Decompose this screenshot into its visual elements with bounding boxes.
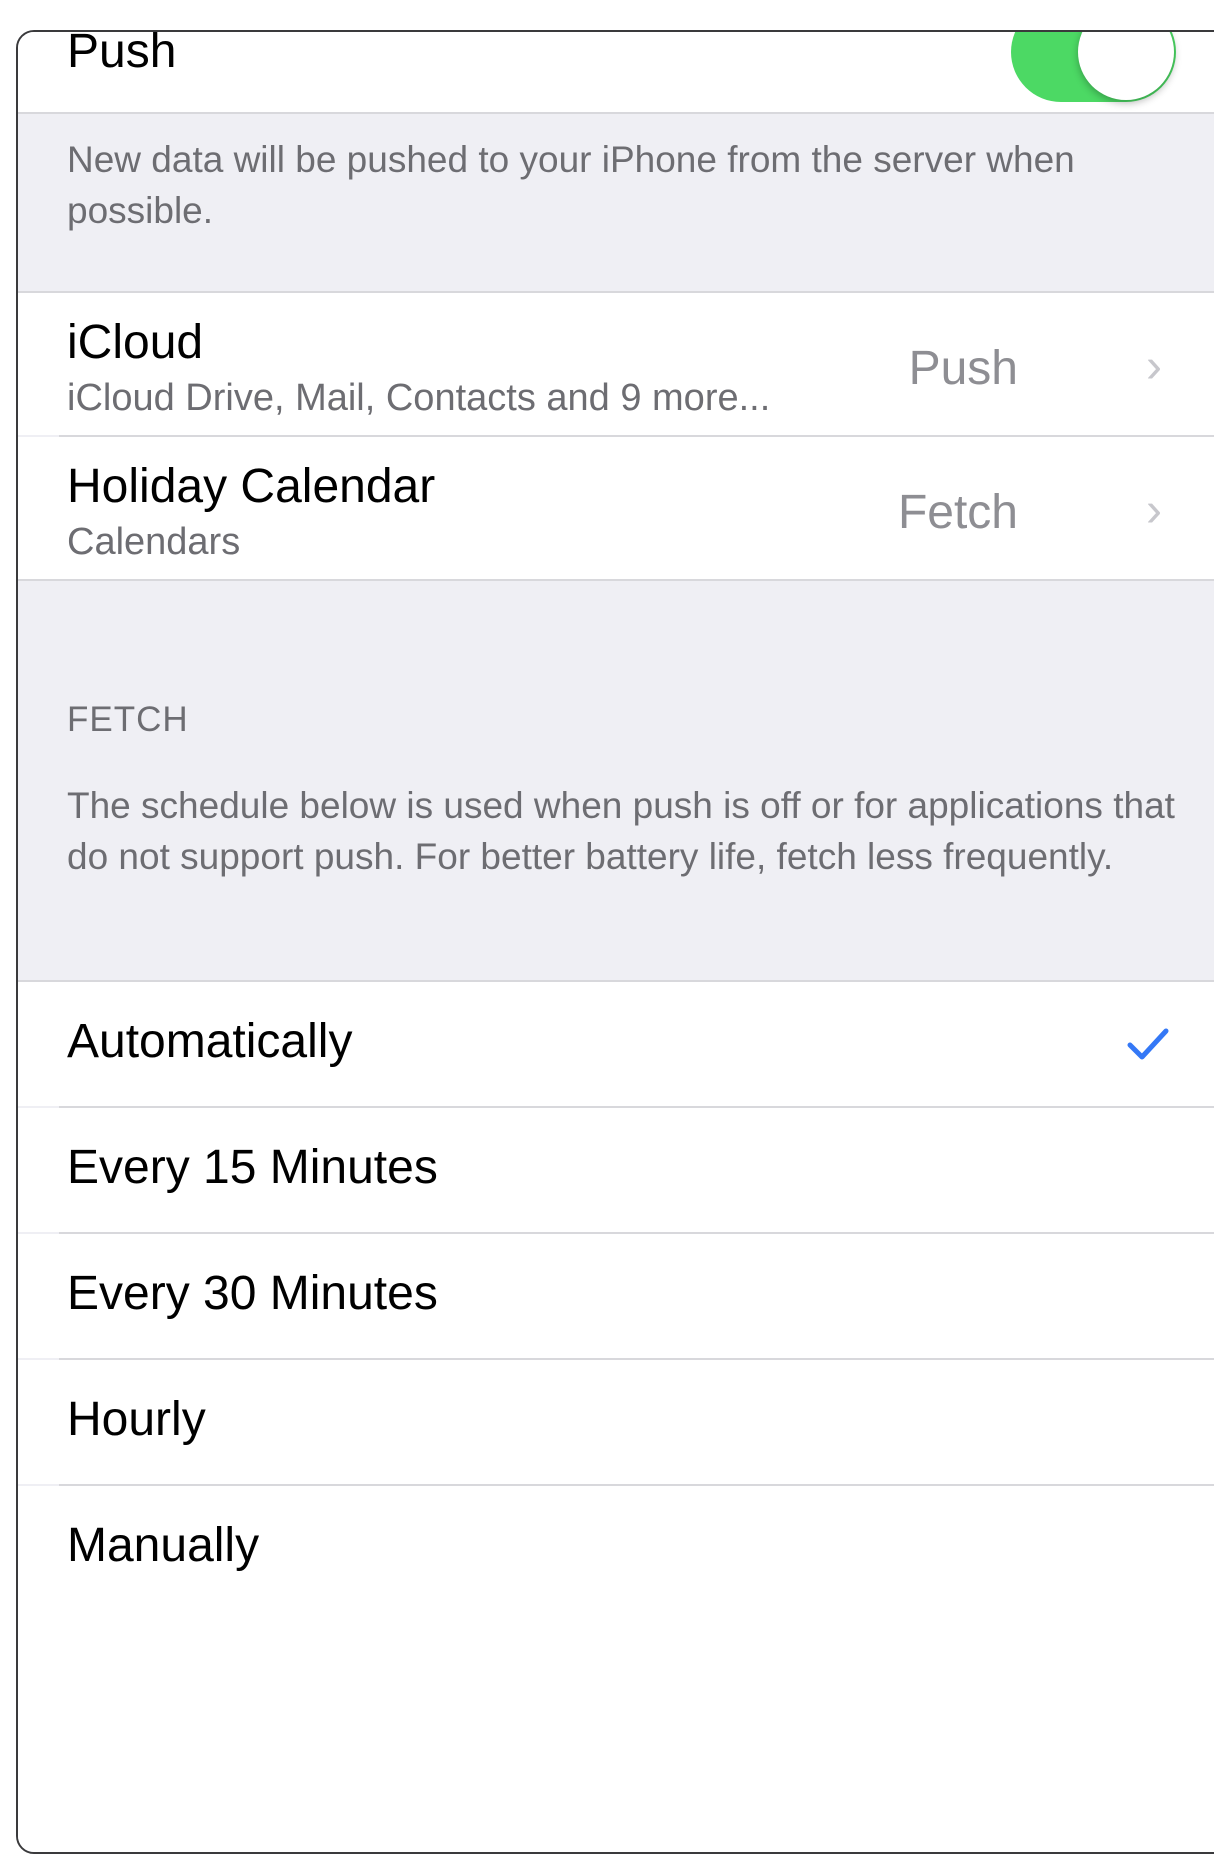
account-subtitle: Calendars <box>67 521 241 563</box>
push-row-bottom-divider <box>18 112 1214 114</box>
push-toggle[interactable] <box>1011 32 1176 102</box>
checkmark-icon <box>1127 1028 1169 1060</box>
schedule-option-label: Every 30 Minutes <box>67 1267 438 1320</box>
fetch-section-header: FETCH <box>67 700 189 739</box>
chevron-right-icon: › <box>1146 340 1162 393</box>
schedule-option-manually[interactable]: Manually <box>18 1486 1214 1852</box>
account-title: iCloud <box>67 316 204 369</box>
schedule-option-label: Every 15 Minutes <box>67 1141 438 1194</box>
chevron-right-icon: › <box>1146 484 1162 537</box>
schedule-option-automatically[interactable]: Automatically <box>18 982 1214 1106</box>
schedule-option-every-15-minutes[interactable]: Every 15 Minutes <box>18 1108 1214 1232</box>
account-row-icloud[interactable]: iCloud iCloud Drive, Mail, Contacts and … <box>18 293 1214 435</box>
fetch-description: The schedule below is used when push is … <box>67 785 1175 877</box>
accounts-bottom-divider <box>18 579 1214 581</box>
schedule-option-label: Hourly <box>67 1393 206 1446</box>
settings-screen: Push New data will be pushed to your iPh… <box>16 30 1214 1854</box>
schedule-option-every-30-minutes[interactable]: Every 30 Minutes <box>18 1234 1214 1358</box>
push-footer-text: New data will be pushed to your iPhone f… <box>67 139 1075 231</box>
toggle-knob <box>1078 32 1174 100</box>
account-subtitle: iCloud Drive, Mail, Contacts and 9 more.… <box>67 377 771 419</box>
schedule-option-label: Manually <box>67 1519 260 1572</box>
push-label: Push <box>67 30 177 78</box>
account-fetch-mode: Fetch <box>897 486 1018 539</box>
account-title: Holiday Calendar <box>67 460 436 513</box>
account-fetch-mode: Push <box>908 342 1018 395</box>
schedule-option-label: Automatically <box>67 1015 353 1068</box>
push-row[interactable]: Push <box>18 32 1214 112</box>
schedule-option-hourly[interactable]: Hourly <box>18 1360 1214 1484</box>
account-row-holiday-calendar[interactable]: Holiday Calendar Calendars Fetch › <box>18 437 1214 579</box>
